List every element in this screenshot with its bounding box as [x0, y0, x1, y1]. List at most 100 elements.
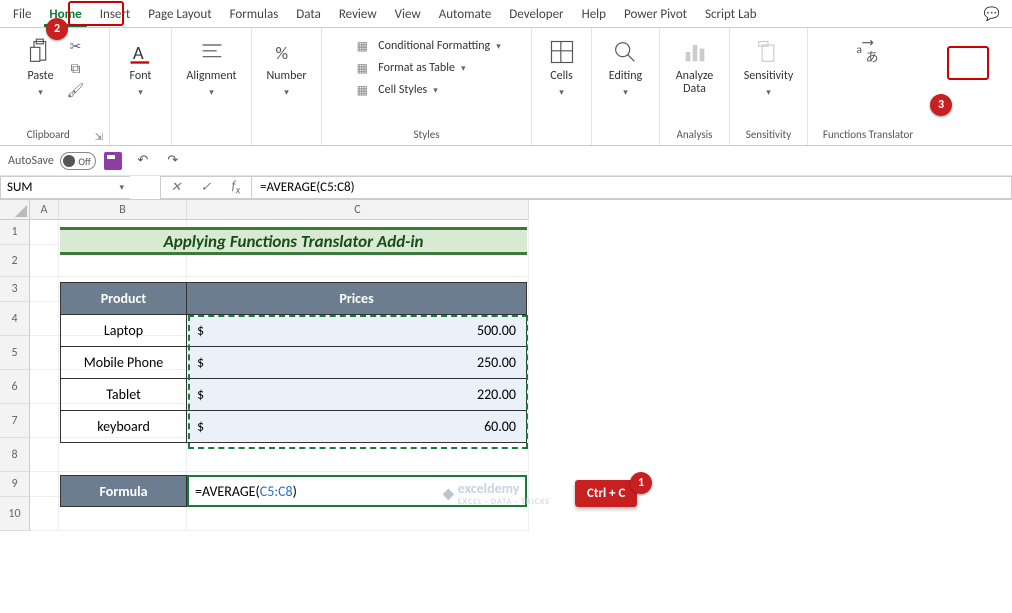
cell[interactable]: [30, 472, 59, 497]
callout-badge-2: 2: [46, 18, 68, 40]
row-header[interactable]: 9: [0, 472, 30, 497]
row-header[interactable]: 10: [0, 497, 30, 531]
insert-function-button[interactable]: fx: [221, 179, 251, 197]
group-title-styles: Styles: [413, 126, 439, 143]
save-button[interactable]: [100, 149, 126, 173]
sensitivity-button[interactable]: Sensitivity ▾: [740, 36, 798, 100]
clipboard-launcher[interactable]: ⇲: [95, 130, 103, 143]
row-header[interactable]: 1: [0, 220, 30, 245]
format-painter-button[interactable]: 🖌: [65, 80, 87, 100]
row-header[interactable]: 4: [0, 302, 30, 336]
cell[interactable]: [30, 438, 59, 472]
cell[interactable]: [30, 245, 59, 277]
font-label: Font: [130, 70, 152, 83]
cancel-formula-button[interactable]: ✕: [161, 180, 191, 195]
autosave-toggle[interactable]: AutoSave Off: [8, 152, 96, 170]
number-button[interactable]: % Number ▾: [262, 36, 310, 100]
enter-formula-button[interactable]: ✓: [191, 180, 221, 195]
toggle-switch[interactable]: Off: [60, 152, 96, 170]
chevron-down-icon: ▾: [38, 87, 43, 98]
chevron-down-icon: ▾: [461, 63, 466, 74]
cell-price[interactable]: $500.00: [187, 315, 527, 347]
col-header-a[interactable]: A: [30, 200, 59, 220]
row-header[interactable]: 8: [0, 438, 30, 472]
copy-button[interactable]: ⧉: [65, 58, 87, 78]
cell[interactable]: [30, 302, 59, 336]
cell[interactable]: [30, 336, 59, 370]
group-alignment: Alignment ▾ .: [172, 28, 252, 145]
conditional-formatting-button[interactable]: ▦ Conditional Formatting ▾: [352, 36, 500, 56]
tab-power-pivot[interactable]: Power Pivot: [615, 3, 696, 26]
functions-translator-button[interactable]: aあ: [850, 36, 886, 68]
analyze-data-button[interactable]: Analyze Data: [666, 36, 723, 98]
tab-review[interactable]: Review: [330, 3, 386, 26]
svg-text:a: a: [856, 43, 862, 57]
cell-styles-button[interactable]: ▦ Cell Styles ▾: [352, 80, 500, 100]
svg-text:%: %: [276, 42, 289, 64]
tab-view[interactable]: View: [386, 3, 430, 26]
format-as-table-button[interactable]: ▦ Format as Table ▾: [352, 58, 500, 78]
cell-price[interactable]: $250.00: [187, 347, 527, 379]
cell-product[interactable]: keyboard: [61, 411, 187, 443]
row-header[interactable]: 7: [0, 404, 30, 438]
cell[interactable]: [30, 370, 59, 404]
cell[interactable]: [30, 277, 59, 302]
row-header[interactable]: 6: [0, 370, 30, 404]
formula-label: Formula: [60, 475, 187, 507]
cell-price[interactable]: $220.00: [187, 379, 527, 411]
chevron-down-icon: ▾: [766, 87, 771, 98]
ribbon-tabs: File Home Insert Page Layout Formulas Da…: [0, 0, 1012, 28]
name-box[interactable]: SUM ▾: [0, 176, 130, 199]
editing-button[interactable]: Editing ▾: [605, 36, 646, 100]
group-functions-translator: aあ Functions Translator: [808, 28, 928, 145]
row-header[interactable]: 3: [0, 277, 30, 302]
chevron-down-icon: ▾: [209, 87, 214, 98]
cell-product[interactable]: Mobile Phone: [61, 347, 187, 379]
cell-price[interactable]: $60.00: [187, 411, 527, 443]
cells-button[interactable]: Cells ▾: [544, 36, 580, 100]
alignment-button[interactable]: Alignment ▾: [182, 36, 240, 100]
cell[interactable]: [30, 404, 59, 438]
tab-file[interactable]: File: [4, 3, 40, 26]
name-box-value: SUM: [7, 180, 32, 195]
cell-product[interactable]: Tablet: [61, 379, 187, 411]
chevron-down-icon: ▾: [284, 87, 289, 98]
currency: $: [197, 354, 204, 371]
tab-automate[interactable]: Automate: [430, 3, 501, 26]
tab-data[interactable]: Data: [287, 3, 330, 26]
chevron-down-icon: ▾: [433, 85, 438, 96]
formula-input[interactable]: =AVERAGE(C5:C8): [251, 176, 1012, 199]
tab-formulas[interactable]: Formulas: [221, 3, 288, 26]
cell[interactable]: [30, 220, 59, 245]
ribbon: Paste ▾ ✂ ⧉ 🖌 Clipboard ⇲ A Font ▾ .: [0, 28, 1012, 146]
tab-help[interactable]: Help: [573, 3, 615, 26]
tab-developer[interactable]: Developer: [500, 3, 572, 26]
comments-icon[interactable]: 💬: [976, 3, 1008, 26]
undo-button[interactable]: ↶: [130, 149, 156, 173]
table-row: Tablet $220.00: [61, 379, 527, 411]
chevron-down-icon: ▾: [138, 87, 143, 98]
select-all-button[interactable]: [0, 200, 30, 220]
cell[interactable]: [187, 438, 529, 472]
tab-script-lab[interactable]: Script Lab: [696, 3, 766, 26]
paste-button[interactable]: Paste ▾: [23, 36, 59, 100]
tab-page-layout[interactable]: Page Layout: [139, 3, 220, 26]
font-button[interactable]: A Font ▾: [123, 36, 159, 100]
cells-label: Cells: [550, 70, 573, 83]
table-icon: ▦: [352, 60, 372, 76]
save-icon: [104, 152, 122, 170]
formula-bar: SUM ▾ ✕ ✓ fx =AVERAGE(C5:C8): [0, 176, 1012, 200]
callout-badge-1: 1: [630, 472, 652, 494]
tab-insert[interactable]: Insert: [91, 3, 140, 26]
cell[interactable]: [59, 438, 187, 472]
col-header-c[interactable]: C: [187, 200, 529, 220]
row-header[interactable]: 5: [0, 336, 30, 370]
cell-product[interactable]: Laptop: [61, 315, 187, 347]
autosave-label: AutoSave: [8, 154, 54, 168]
redo-button[interactable]: ↷: [160, 149, 186, 173]
row-header[interactable]: 2: [0, 245, 30, 277]
cut-button[interactable]: ✂: [65, 36, 87, 56]
currency: $: [197, 322, 204, 339]
cell[interactable]: [30, 497, 59, 531]
col-header-b[interactable]: B: [59, 200, 187, 220]
